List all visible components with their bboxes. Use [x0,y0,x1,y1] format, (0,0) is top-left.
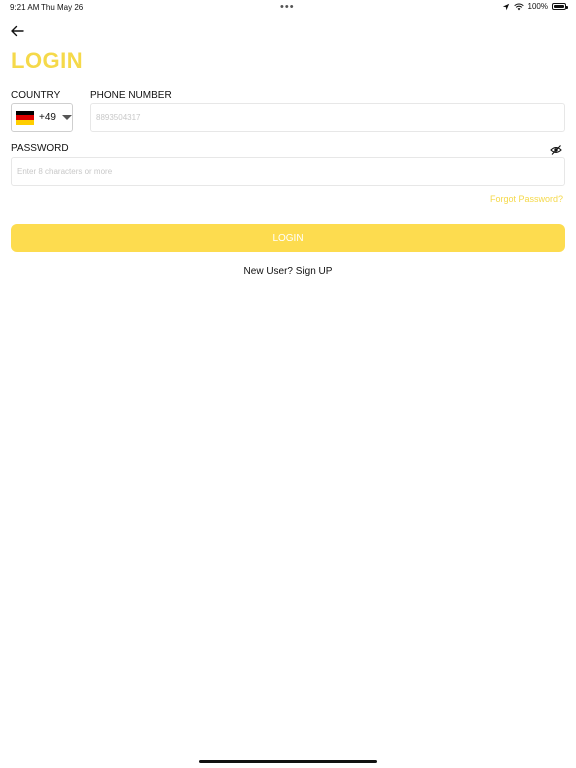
multitasking-dots[interactable]: ••• [280,1,295,13]
country-selector[interactable]: +49 [11,103,73,132]
location-icon [502,3,509,10]
phone-label: PHONE NUMBER [90,90,172,101]
page-title: LOGIN [11,48,84,73]
login-button[interactable]: LOGIN [11,224,565,252]
password-visibility-toggle[interactable] [550,143,562,155]
dropdown-caret-icon [61,115,72,120]
phone-number-input[interactable] [90,103,565,132]
password-label: PASSWORD [11,143,69,154]
password-input[interactable] [11,157,565,186]
eye-slash-icon [550,145,562,155]
battery-percent: 100% [527,2,548,11]
status-time: 9:21 AM [10,3,40,12]
arrow-left-icon [11,25,24,37]
status-date: Thu May 26 [41,3,84,12]
signup-link[interactable]: New User? Sign UP [0,266,576,277]
home-indicator[interactable] [199,760,377,763]
battery-icon [552,3,568,10]
wifi-icon [513,3,524,10]
country-label: COUNTRY [11,90,61,101]
forgot-password-link[interactable]: Forgot Password? [490,194,563,204]
country-code: +49 [39,112,56,123]
flag-stripe-gold [16,119,34,125]
status-indicators: 100% [502,2,568,11]
germany-flag-icon [16,110,34,125]
back-button[interactable] [8,22,26,40]
